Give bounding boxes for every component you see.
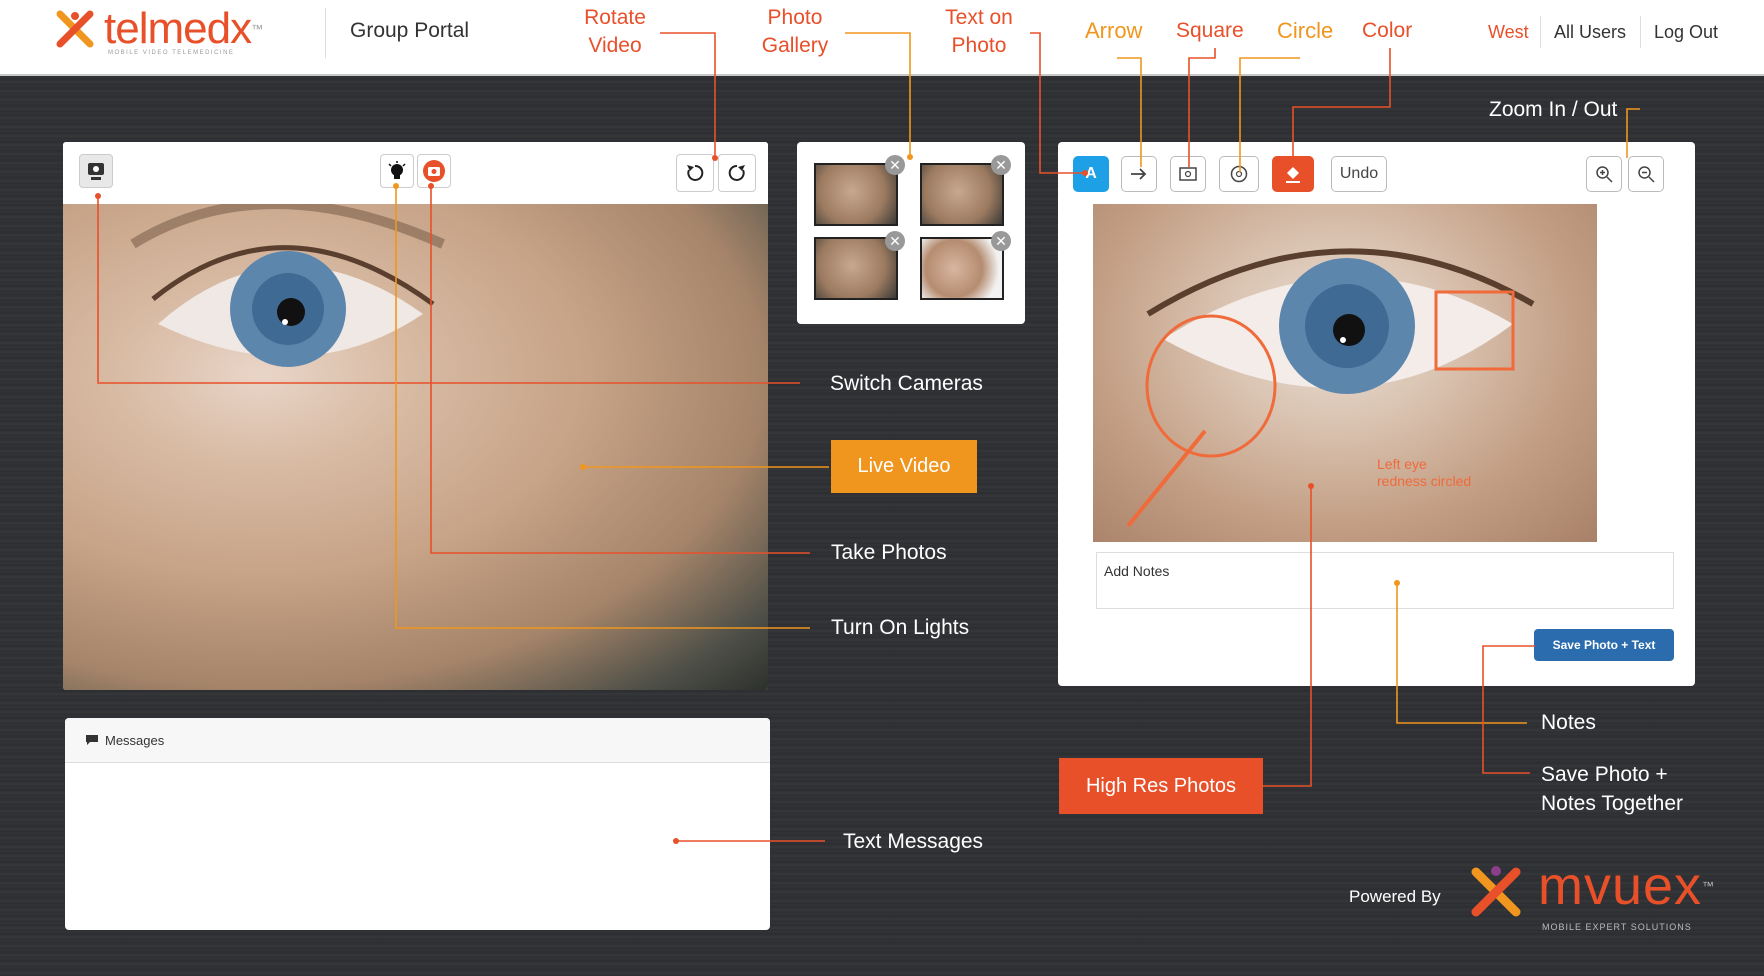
label-save-line1: Save Photo + xyxy=(1541,763,1668,786)
label-high-res-photos: High Res Photos xyxy=(1059,758,1263,814)
label-save-photo-notes: Save Photo + Notes Together xyxy=(1541,760,1683,818)
brand-tagline: MOBILE EXPERT SOLUTIONS xyxy=(1542,922,1692,932)
label-switch-cameras: Switch Cameras xyxy=(830,372,983,395)
powered-by-text: Powered By xyxy=(1349,887,1441,906)
label-live-video: Live Video xyxy=(831,440,977,493)
label-save-line2: Notes Together xyxy=(1541,792,1684,815)
label-take-photos: Take Photos xyxy=(831,541,947,564)
mvuex-wordmark: mvuex™ xyxy=(1538,858,1715,914)
brand-trademark: ™ xyxy=(1702,879,1716,893)
label-turn-on-lights: Turn On Lights xyxy=(831,616,970,639)
label-notes: Notes xyxy=(1541,711,1596,734)
brand-text: mvuex xyxy=(1538,856,1703,916)
label-text-messages: Text Messages xyxy=(843,830,984,853)
mvuex-logo-icon xyxy=(1471,866,1521,917)
